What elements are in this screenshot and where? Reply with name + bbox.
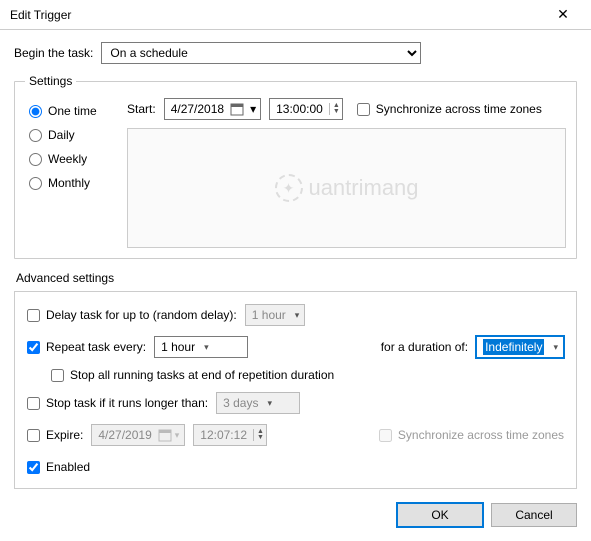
repeat-duration-value: Indefinitely — [483, 339, 544, 355]
repeat-check[interactable]: Repeat task every: — [27, 340, 146, 354]
sync-timezones-input[interactable] — [357, 103, 370, 116]
expire-time-value: 12:07:12 — [200, 428, 247, 442]
start-time-picker[interactable]: 13:00:00 ▲▼ — [269, 98, 343, 120]
radio-daily-input[interactable] — [29, 129, 42, 142]
radio-one-time[interactable]: One time — [29, 104, 111, 118]
expire-sync-input — [379, 429, 392, 442]
chevron-down-icon: ▾ — [292, 310, 303, 321]
chevron-down-icon: ▾ — [201, 342, 212, 353]
begin-task-label: Begin the task: — [14, 46, 93, 60]
start-label: Start: — [127, 102, 156, 116]
settings-legend: Settings — [25, 74, 76, 88]
stop-if-longer-input[interactable] — [27, 397, 40, 410]
expire-date-picker: 4/27/2019 ▾ — [91, 424, 185, 446]
stop-if-longer-select: 3 days ▾ — [216, 392, 300, 414]
repeat-check-label: Repeat task every: — [46, 340, 146, 354]
radio-weekly[interactable]: Weekly — [29, 152, 111, 166]
calendar-icon — [158, 428, 172, 442]
radio-monthly[interactable]: Monthly — [29, 176, 111, 190]
chevron-down-icon: ▾ — [244, 102, 258, 116]
advanced-settings-label: Advanced settings — [16, 271, 577, 285]
expire-sync-check: Synchronize across time zones — [379, 428, 564, 442]
stop-if-longer-value: 3 days — [223, 396, 258, 410]
expire-check-input[interactable] — [27, 429, 40, 442]
start-date-picker[interactable]: 4/27/2018 ▾ — [164, 98, 261, 120]
chevron-down-icon: ▾ — [264, 398, 275, 409]
close-button[interactable]: ✕ — [543, 1, 583, 29]
title-bar: Edit Trigger ✕ — [0, 0, 591, 30]
schedule-detail-panel: ✦ uantrimang — [127, 128, 566, 248]
radio-one-time-label: One time — [48, 104, 97, 118]
spinner-icon: ▲▼ — [329, 103, 340, 115]
schedule-radio-group: One time Daily Weekly Monthly — [25, 98, 115, 248]
delay-check-input[interactable] — [27, 309, 40, 322]
delay-check[interactable]: Delay task for up to (random delay): — [27, 308, 237, 322]
repeat-duration-select[interactable]: Indefinitely ▾ — [476, 336, 564, 358]
begin-task-select[interactable]: On a schedule — [101, 42, 421, 64]
enabled-check-input[interactable] — [27, 461, 40, 474]
delay-row: Delay task for up to (random delay): 1 h… — [27, 304, 564, 326]
expire-check-label: Expire: — [46, 428, 83, 442]
stop-at-end-label: Stop all running tasks at end of repetit… — [70, 368, 334, 382]
enabled-check-label: Enabled — [46, 460, 90, 474]
delay-check-label: Delay task for up to (random delay): — [46, 308, 237, 322]
delay-value: 1 hour — [252, 308, 286, 322]
radio-weekly-input[interactable] — [29, 153, 42, 166]
begin-task-row: Begin the task: On a schedule — [14, 42, 577, 64]
stop-at-end-row: Stop all running tasks at end of repetit… — [51, 368, 564, 382]
radio-daily-label: Daily — [48, 128, 75, 142]
bulb-icon: ✦ — [274, 174, 302, 202]
repeat-check-input[interactable] — [27, 341, 40, 354]
repeat-interval-select[interactable]: 1 hour ▾ — [154, 336, 248, 358]
sync-timezones-check[interactable]: Synchronize across time zones — [357, 102, 542, 116]
watermark: ✦ uantrimang — [274, 174, 418, 202]
radio-monthly-input[interactable] — [29, 177, 42, 190]
expire-row: Expire: 4/27/2019 ▾ 12:07:12 ▲▼ Synchron… — [27, 424, 564, 446]
stop-at-end-input[interactable] — [51, 369, 64, 382]
calendar-icon — [230, 102, 244, 116]
radio-daily[interactable]: Daily — [29, 128, 111, 142]
radio-one-time-input[interactable] — [29, 105, 42, 118]
expire-check[interactable]: Expire: — [27, 428, 83, 442]
spinner-icon: ▲▼ — [253, 429, 264, 441]
repeat-interval-value: 1 hour — [161, 340, 195, 354]
dialog-content: Begin the task: On a schedule Settings O… — [0, 30, 591, 541]
start-date-value: 4/27/2018 — [171, 102, 224, 116]
ok-button[interactable]: OK — [397, 503, 483, 527]
enabled-check[interactable]: Enabled — [27, 460, 90, 474]
start-time-value: 13:00:00 — [276, 102, 323, 116]
radio-weekly-label: Weekly — [48, 152, 87, 166]
stop-at-end-check[interactable]: Stop all running tasks at end of repetit… — [51, 368, 334, 382]
chevron-down-icon: ▾ — [550, 342, 561, 353]
settings-group: Settings One time Daily Weekly Monthly — [14, 74, 577, 259]
expire-sync-label: Synchronize across time zones — [398, 428, 564, 442]
chevron-down-icon: ▾ — [172, 430, 183, 441]
expire-date-value: 4/27/2019 — [98, 428, 151, 442]
cancel-button[interactable]: Cancel — [491, 503, 577, 527]
stop-if-longer-check[interactable]: Stop task if it runs longer than: — [27, 396, 208, 410]
repeat-row: Repeat task every: 1 hour ▾ for a durati… — [27, 336, 564, 358]
start-row: Start: 4/27/2018 ▾ 13:00:00 ▲▼ — [127, 98, 566, 128]
repeat-duration-label: for a duration of: — [381, 340, 468, 354]
stop-if-longer-row: Stop task if it runs longer than: 3 days… — [27, 392, 564, 414]
window-title: Edit Trigger — [10, 8, 543, 22]
settings-right-panel: Start: 4/27/2018 ▾ 13:00:00 ▲▼ — [127, 98, 566, 248]
advanced-settings-group: Delay task for up to (random delay): 1 h… — [14, 291, 577, 489]
stop-if-longer-label: Stop task if it runs longer than: — [46, 396, 208, 410]
sync-timezones-label: Synchronize across time zones — [376, 102, 542, 116]
enabled-row: Enabled — [27, 460, 564, 474]
delay-value-select: 1 hour ▾ — [245, 304, 306, 326]
radio-monthly-label: Monthly — [48, 176, 90, 190]
expire-time-picker: 12:07:12 ▲▼ — [193, 424, 267, 446]
dialog-button-row: OK Cancel — [14, 503, 577, 527]
